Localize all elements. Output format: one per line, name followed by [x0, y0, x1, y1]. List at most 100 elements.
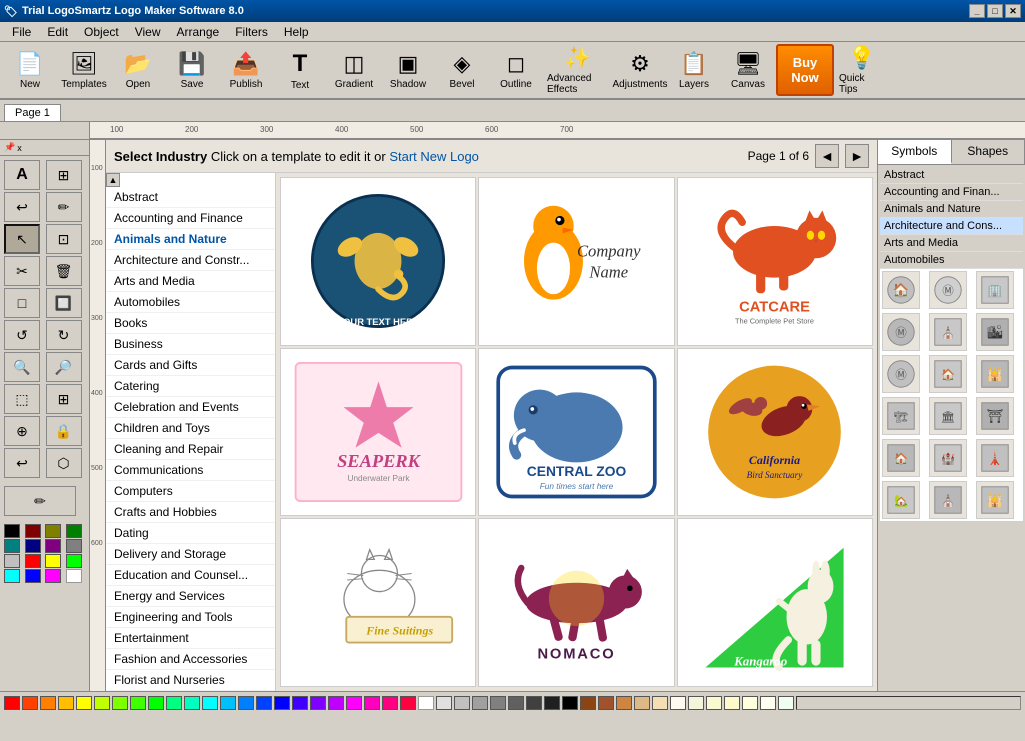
menu-help[interactable]: Help	[276, 23, 317, 41]
tab-shapes[interactable]: Shapes	[952, 140, 1025, 164]
industry-item-entertainment[interactable]: Entertainment	[106, 628, 275, 649]
color-peru[interactable]	[616, 696, 632, 710]
template-centralzoo[interactable]: CENTRAL ZOO Fun times start here	[478, 348, 674, 517]
color-green-yellow[interactable]	[112, 696, 128, 710]
advanced-effects-button[interactable]: ✨ Advanced Effects	[544, 44, 612, 96]
tab-page1[interactable]: Page 1	[4, 104, 61, 121]
color-light-gray[interactable]	[436, 696, 452, 710]
panel-close[interactable]: 📌 x	[0, 140, 89, 156]
transform-tool[interactable]: ⊡	[46, 224, 82, 254]
adjustments-button[interactable]: ⚙ Adjustments	[614, 44, 666, 96]
undo-tool[interactable]: ↩	[4, 192, 40, 222]
sym-cat-architecture[interactable]: Architecture and Cons...	[880, 218, 1023, 235]
color-lemon-chiffon[interactable]	[724, 696, 740, 710]
sym-item-2[interactable]: Ⓜ	[929, 271, 967, 309]
sym-item-12[interactable]: ⛩	[976, 397, 1014, 435]
swatch-lime[interactable]	[66, 554, 82, 568]
color-yellow[interactable]	[76, 696, 92, 710]
industry-item-automobiles[interactable]: Automobiles	[106, 292, 275, 313]
color-purple[interactable]	[328, 696, 344, 710]
rect-tool[interactable]: □	[4, 288, 40, 318]
canvas-button[interactable]: 🖥 Canvas	[722, 44, 774, 96]
color-sienna[interactable]	[598, 696, 614, 710]
sym-item-18[interactable]: 🕌	[976, 481, 1014, 519]
color-deep-sky[interactable]	[220, 696, 236, 710]
color-near-black[interactable]	[544, 696, 560, 710]
color-dim-gray[interactable]	[508, 696, 524, 710]
draw-tool[interactable]: ✏	[46, 192, 82, 222]
redo-tool[interactable]: ↻	[46, 320, 82, 350]
swatch-navy[interactable]	[25, 539, 41, 553]
industry-item-computers[interactable]: Computers	[106, 481, 275, 502]
industry-item-cards[interactable]: Cards and Gifts	[106, 355, 275, 376]
layers-button[interactable]: 📋 Layers	[668, 44, 720, 96]
template-california[interactable]: California Bird Sanctuary	[677, 348, 873, 517]
color-saddle-brown[interactable]	[580, 696, 596, 710]
templates-button[interactable]: 🖼 Templates	[58, 44, 110, 96]
swatch-silver[interactable]	[4, 554, 20, 568]
sym-item-15[interactable]: 🗼	[976, 439, 1014, 477]
close-button[interactable]: ✕	[1005, 4, 1021, 18]
text-button[interactable]: T Text	[274, 44, 326, 96]
pen-tool[interactable]: ✏	[4, 486, 76, 516]
color-wheat[interactable]	[652, 696, 668, 710]
industry-item-celebration[interactable]: Celebration and Events	[106, 397, 275, 418]
group-tool[interactable]: ⊕	[4, 416, 40, 446]
industry-item-engineering[interactable]: Engineering and Tools	[106, 607, 275, 628]
start-new-logo-link[interactable]: Start New Logo	[389, 149, 479, 164]
sym-cat-arts[interactable]: Arts and Media	[880, 235, 1023, 252]
sym-item-4[interactable]: Ⓜ	[882, 313, 920, 351]
sym-item-11[interactable]: 🏛	[929, 397, 967, 435]
menu-filters[interactable]: Filters	[227, 23, 276, 41]
quick-tips-button[interactable]: 💡 Quick Tips	[836, 44, 888, 96]
industry-item-arts[interactable]: Arts and Media	[106, 271, 275, 292]
color-silver[interactable]	[454, 696, 470, 710]
industry-scroll-up[interactable]: ▲	[106, 173, 120, 187]
template-seaperk[interactable]: SEAPERK Underwater Park	[280, 348, 476, 517]
industry-item-catering[interactable]: Catering	[106, 376, 275, 397]
crop-tool[interactable]: ⬚	[4, 384, 40, 414]
template-nomaco[interactable]: NOMACO	[478, 518, 674, 687]
next-page-button[interactable]: ►	[845, 144, 869, 168]
swatch-green[interactable]	[66, 524, 82, 538]
swatch-cyan[interactable]	[4, 569, 20, 583]
maximize-button[interactable]: □	[987, 4, 1003, 18]
sym-item-13[interactable]: 🏠	[882, 439, 920, 477]
color-dark-gray[interactable]	[490, 696, 506, 710]
import-tool[interactable]: ⊞	[46, 160, 82, 190]
industry-item-accounting[interactable]: Accounting and Finance	[106, 208, 275, 229]
industry-item-fashion[interactable]: Fashion and Accessories	[106, 649, 275, 670]
color-burlywood[interactable]	[634, 696, 650, 710]
star-tool[interactable]: ⬡	[46, 448, 82, 478]
menu-arrange[interactable]: Arrange	[169, 23, 228, 41]
swatch-yellow[interactable]	[45, 554, 61, 568]
gradient-button[interactable]: ◫ Gradient	[328, 44, 380, 96]
color-black[interactable]	[562, 696, 578, 710]
industry-item-delivery[interactable]: Delivery and Storage	[106, 544, 275, 565]
color-orange[interactable]	[40, 696, 56, 710]
zoom-in-tool[interactable]: 🔍	[4, 352, 40, 382]
industry-item-florist[interactable]: Florist and Nurseries	[106, 670, 275, 691]
color-amber[interactable]	[58, 696, 74, 710]
menu-file[interactable]: File	[4, 23, 39, 41]
industry-item-architecture[interactable]: Architecture and Constr...	[106, 250, 275, 271]
swatch-blue[interactable]	[25, 569, 41, 583]
industry-item-energy[interactable]: Energy and Services	[106, 586, 275, 607]
menu-view[interactable]: View	[127, 23, 169, 41]
delete-tool[interactable]: 🗑	[46, 256, 82, 286]
menu-edit[interactable]: Edit	[39, 23, 76, 41]
sym-item-9[interactable]: 🕌	[976, 355, 1014, 393]
undo2-tool[interactable]: ↺	[4, 320, 40, 350]
industry-item-dating[interactable]: Dating	[106, 523, 275, 544]
shadow-button[interactable]: ▣ Shadow	[382, 44, 434, 96]
open-button[interactable]: 📂 Open	[112, 44, 164, 96]
template-scorpion[interactable]: YOUR TEXT HERE	[280, 177, 476, 346]
sym-item-1[interactable]: 🏠	[882, 271, 920, 309]
industry-item-crafts[interactable]: Crafts and Hobbies	[106, 502, 275, 523]
industry-item-abstract[interactable]: Abstract	[106, 187, 275, 208]
sym-item-16[interactable]: 🏡	[882, 481, 920, 519]
color-orange-red[interactable]	[22, 696, 38, 710]
swatch-olive[interactable]	[45, 524, 61, 538]
swatch-teal[interactable]	[4, 539, 20, 553]
color-ivory[interactable]	[760, 696, 776, 710]
